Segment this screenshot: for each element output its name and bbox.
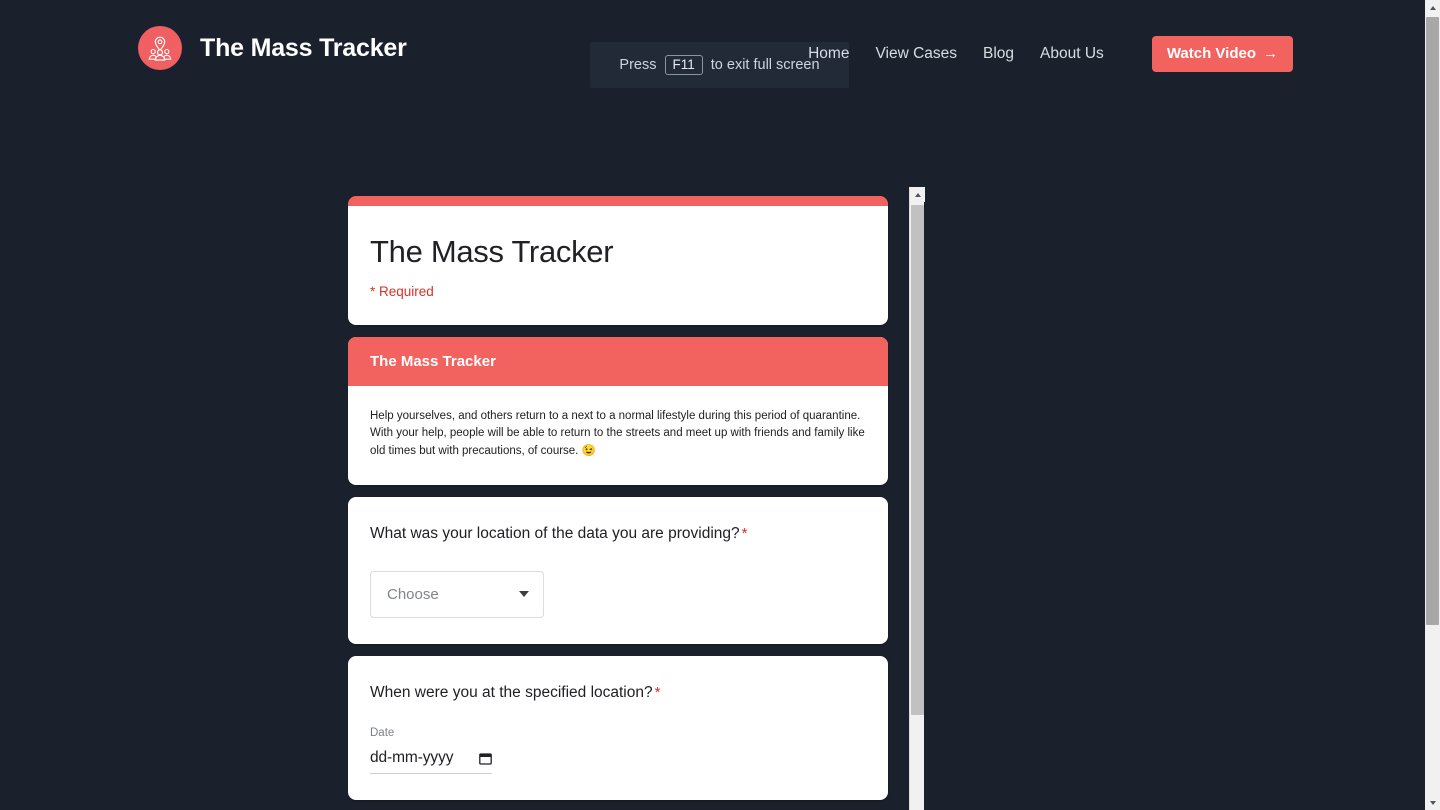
arrow-right-icon: →	[1263, 45, 1278, 62]
question-label-date-text: When were you at the specified location?	[370, 683, 653, 701]
embedded-form-frame: The Mass Tracker * Required The Mass Tra…	[348, 186, 924, 810]
people-location-pin-icon	[138, 26, 182, 70]
question-label-location-text: What was your location of the data you a…	[370, 525, 740, 543]
location-select[interactable]: Choose	[370, 570, 544, 618]
watch-video-button[interactable]: Watch Video →	[1151, 36, 1293, 72]
watch-video-label: Watch Video	[1166, 45, 1256, 62]
page-root: The Mass Tracker Press F11 to exit full …	[0, 0, 1425, 810]
form-scroll-content: The Mass Tracker * Required The Mass Tra…	[348, 186, 904, 810]
question-card-date: When were you at the specified location?…	[348, 655, 888, 801]
calendar-icon[interactable]	[479, 752, 492, 765]
nav-link-about-us[interactable]: About Us	[1040, 45, 1104, 63]
form-scroll-up-button[interactable]	[910, 187, 925, 202]
page-scroll-down-button[interactable]	[1425, 795, 1440, 810]
page-scrollbar[interactable]	[1425, 0, 1440, 810]
date-input[interactable]: dd-mm-yyyy	[370, 749, 492, 775]
form-section-band-title: The Mass Tracker	[348, 336, 888, 386]
date-field-label: Date	[370, 727, 395, 740]
required-asterisk: *	[654, 683, 661, 701]
nav-links-group: Home View Cases Blog About Us Watch Vide…	[808, 36, 1293, 72]
question-card-location: What was your location of the data you a…	[348, 497, 888, 644]
fullscreen-hint-suffix: to exit full screen	[710, 57, 820, 73]
brand-title: The Mass Tracker	[200, 33, 407, 62]
nav-link-view-cases[interactable]: View Cases	[875, 45, 957, 63]
form-section-description: Help yourselves, and others return to a …	[370, 409, 865, 458]
form-title: The Mass Tracker	[370, 234, 614, 269]
page-scrollbar-thumb[interactable]	[1426, 17, 1439, 625]
form-required-note: * Required	[370, 283, 434, 299]
question-label-date: When were you at the specified location?…	[370, 682, 866, 704]
chevron-down-icon	[519, 591, 529, 598]
form-section-card: The Mass Tracker Help yourselves, and ot…	[348, 336, 888, 486]
fullscreen-hint-prefix: Press	[619, 57, 657, 73]
fullscreen-hint-key: F11	[664, 54, 703, 76]
brand-logo-group[interactable]: The Mass Tracker	[138, 26, 407, 70]
top-navigation-bar: The Mass Tracker Press F11 to exit full …	[0, 0, 1425, 100]
form-header-card: The Mass Tracker * Required	[348, 196, 888, 325]
nav-link-home[interactable]: Home	[808, 45, 849, 63]
question-label-location: What was your location of the data you a…	[370, 523, 866, 545]
form-scrollbar-thumb[interactable]	[911, 205, 924, 715]
form-scrollbar[interactable]	[909, 187, 925, 810]
required-asterisk: *	[741, 525, 748, 543]
location-select-value: Choose	[387, 585, 439, 603]
date-input-placeholder: dd-mm-yyyy	[370, 749, 454, 767]
page-scroll-up-button[interactable]	[1425, 0, 1440, 15]
nav-link-blog[interactable]: Blog	[983, 45, 1014, 63]
